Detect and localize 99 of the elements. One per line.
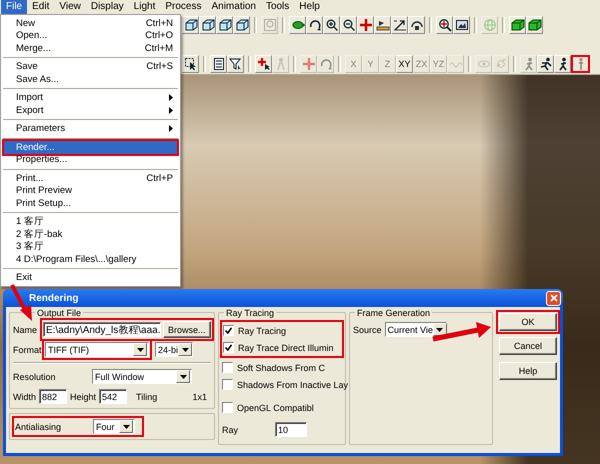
- field-label: Antialiasing: [15, 422, 62, 432]
- menu-item[interactable]: Render...: [4, 141, 177, 154]
- checkbox-label: Ray Tracing: [238, 326, 286, 336]
- menu-item[interactable]: 3 客厅: [2, 240, 179, 253]
- checkbox-label: Ray Trace Direct Illumin: [238, 342, 334, 352]
- check-icon: [225, 344, 232, 351]
- menu-item[interactable]: New Ctrl+N: [2, 17, 179, 30]
- group-title: Frame Generation: [355, 308, 432, 318]
- checkbox[interactable]: [222, 379, 233, 390]
- menu-item[interactable]: 4 D:\Program Files\...\gallery: [2, 253, 179, 266]
- field-label: Format: [13, 344, 39, 354]
- menu-item[interactable]: Open... Ctrl+O: [2, 30, 179, 42]
- browse-button[interactable]: Browse...: [163, 321, 211, 338]
- source-dropdown[interactable]: Current Vie: [384, 322, 447, 337]
- checkbox[interactable]: [222, 402, 233, 413]
- cube-icon: [200, 18, 214, 32]
- axis-button[interactable]: XY: [396, 54, 413, 72]
- list-icon: [212, 56, 226, 70]
- menu-item[interactable]: Properties...: [2, 154, 179, 166]
- checkbox-label: OpenGL Compatibl: [237, 402, 314, 412]
- width-field[interactable]: 882: [39, 389, 68, 404]
- cube-icon: [184, 18, 198, 32]
- menu-item[interactable]: 2 客厅-bak: [2, 228, 179, 240]
- menu-item[interactable]: Light: [128, 0, 160, 14]
- dialog-button[interactable]: OK: [499, 313, 557, 331]
- picture-icon: [454, 18, 468, 32]
- menu-item[interactable]: Print Preview: [2, 184, 179, 197]
- field-label: Ray: [222, 424, 240, 434]
- menu-item[interactable]: Exit: [2, 272, 179, 284]
- checkbox-label: Shadows From Inactive Lay: [237, 380, 348, 390]
- field-label: Source: [353, 324, 382, 334]
- rotate-icon: [318, 56, 332, 70]
- submenu-arrow-icon: [169, 125, 173, 132]
- checkbox[interactable]: [223, 342, 234, 353]
- menu-item[interactable]: Process: [160, 0, 206, 14]
- menu-item[interactable]: Save Ctrl+S: [2, 60, 179, 73]
- menu-item[interactable]: Tools: [260, 0, 294, 14]
- group-title: Ray Tracing: [224, 308, 276, 318]
- caret-icon: [180, 374, 186, 378]
- dialog-button[interactable]: Help: [499, 362, 557, 380]
- field-label: Resolution: [13, 372, 57, 382]
- resolution-dropdown[interactable]: Full Window: [92, 369, 192, 384]
- menu-item[interactable]: File: [1, 0, 28, 14]
- arrow-annotation: [432, 322, 491, 342]
- close-button[interactable]: [546, 290, 561, 306]
- field-label: Tiling: [136, 392, 158, 402]
- checkbox-label: Soft Shadows From C: [237, 362, 326, 372]
- close-icon: [550, 294, 558, 302]
- field-label: Height: [70, 392, 96, 402]
- menu-item[interactable]: View: [54, 0, 86, 14]
- dialog-button[interactable]: Cancel: [499, 337, 557, 355]
- menu-item[interactable]: Print... Ctrl+P: [2, 172, 179, 184]
- field-label: Width: [13, 392, 36, 402]
- cube-icon: [234, 18, 248, 32]
- cursor-icon: [184, 56, 198, 70]
- zoom-out-icon: [342, 18, 356, 32]
- checkbox[interactable]: [223, 325, 234, 336]
- menu-item[interactable]: Print Setup...: [2, 197, 179, 210]
- caret-icon: [182, 348, 189, 352]
- format-dropdown[interactable]: TIFF (TIF): [45, 342, 149, 357]
- field-label: Name: [13, 324, 38, 334]
- zoom-extent-icon: [392, 18, 406, 32]
- file-name-field[interactable]: E:\adny\Andy_ls教程\aaa.: [43, 322, 162, 337]
- cube-icon: [218, 18, 232, 32]
- menu-item[interactable]: Display: [86, 0, 129, 14]
- ray-field[interactable]: 10: [275, 422, 307, 437]
- chain-icon: [494, 56, 508, 70]
- magnifier-icon: [438, 18, 452, 32]
- menu-item[interactable]: Save As...: [2, 73, 179, 86]
- cube-icon: [528, 18, 542, 32]
- cross-arrows-icon: [302, 56, 316, 70]
- height-field[interactable]: 542: [99, 389, 128, 404]
- menu-item[interactable]: Parameters: [2, 122, 179, 135]
- menu-item[interactable]: Export: [2, 104, 179, 116]
- menu-item[interactable]: Edit: [27, 0, 54, 14]
- check-icon: [225, 327, 232, 334]
- cube-icon: [510, 18, 524, 32]
- menu-item[interactable]: Help: [294, 0, 325, 14]
- group-title: Output File: [35, 308, 84, 318]
- tiling-value: 1x1: [192, 392, 207, 402]
- magnifier-icon: [262, 18, 276, 32]
- menu-item[interactable]: Import: [2, 92, 179, 104]
- zoom-in-icon: [324, 18, 338, 32]
- sphere-icon: [482, 18, 496, 32]
- antialiasing-dropdown[interactable]: Four: [93, 419, 135, 434]
- menu-item[interactable]: Merge... Ctrl+M: [2, 42, 179, 54]
- funnel-icon: [228, 56, 242, 70]
- menu-item[interactable]: Animation: [206, 0, 261, 14]
- rotate-icon: [308, 18, 322, 32]
- caret-icon: [136, 348, 144, 352]
- checkbox[interactable]: [222, 362, 233, 373]
- caret-icon: [122, 424, 130, 428]
- dialog-title: Rendering: [28, 292, 78, 304]
- running-person-icon: [538, 56, 552, 70]
- caret-icon: [436, 328, 444, 332]
- menu-item[interactable]: 1 客厅: [2, 216, 179, 228]
- plus-icon: [256, 56, 270, 70]
- color-depth-dropdown[interactable]: 24-bi: [155, 342, 193, 357]
- cross-arrows-icon: [358, 18, 372, 32]
